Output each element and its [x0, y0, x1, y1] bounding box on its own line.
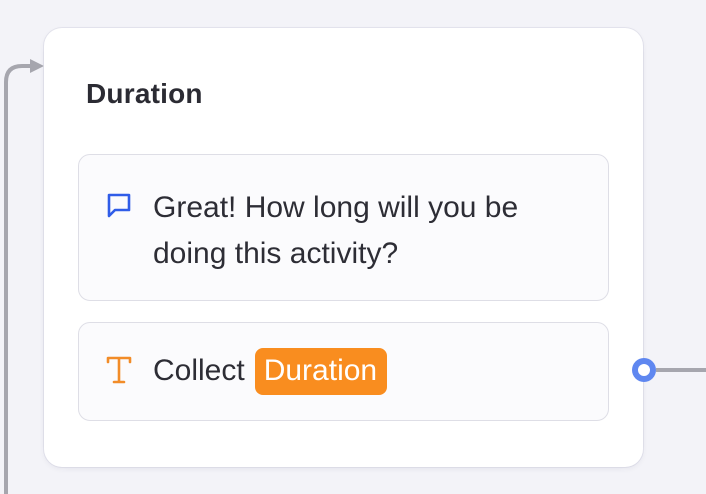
duration-block-card[interactable]: Duration Great! How long will you be doi… — [44, 28, 643, 467]
message-text: Great! How long will you be doing this a… — [153, 191, 519, 270]
output-port[interactable] — [632, 358, 656, 382]
capture-step[interactable]: Collect Duration — [78, 322, 609, 421]
text-t-icon — [106, 356, 132, 384]
chat-bubble-icon — [107, 193, 131, 218]
incoming-connector — [4, 64, 36, 494]
capture-line: Collect Duration — [153, 345, 388, 397]
capture-label: Collect — [153, 354, 245, 387]
variable-chip-duration[interactable]: Duration — [254, 347, 388, 395]
block-title: Duration — [86, 78, 203, 109]
incoming-arrowhead — [30, 59, 44, 73]
message-step[interactable]: Great! How long will you be doing this a… — [78, 154, 609, 301]
